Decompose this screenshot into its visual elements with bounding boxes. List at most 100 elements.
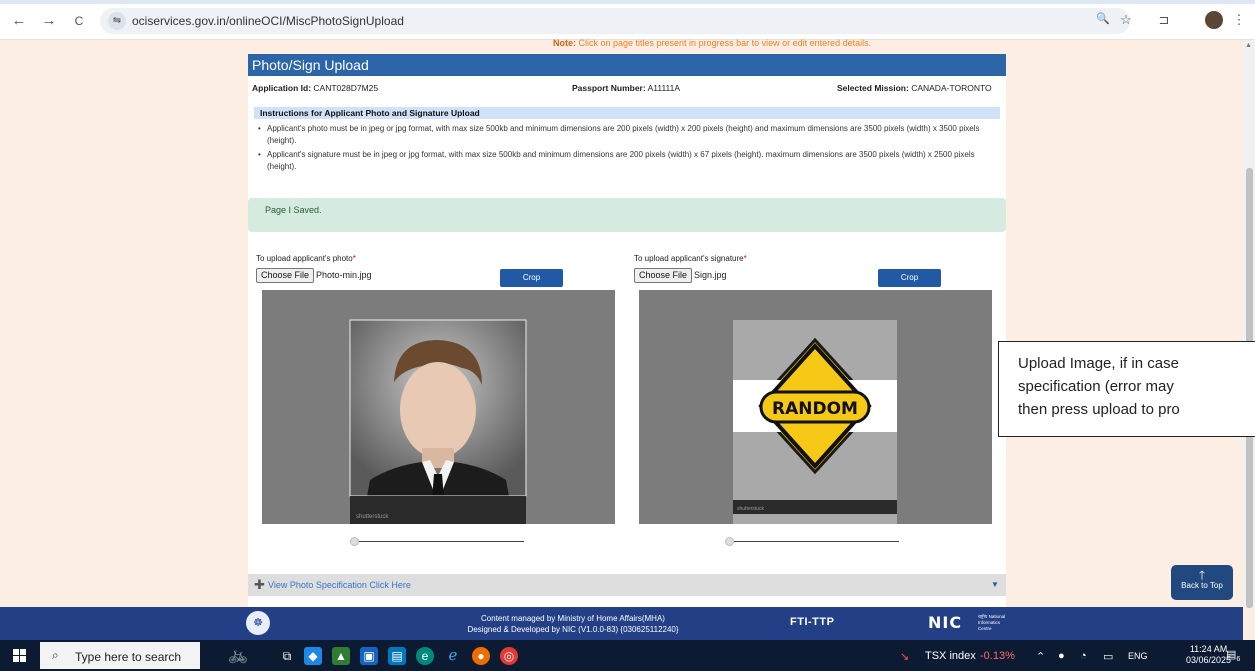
signature-crop-preview[interactable]: shutterstuck RANDOM: [639, 290, 992, 524]
callout-line: Upload Image, if in case: [1018, 355, 1179, 372]
nic-logo-subtitle: राष्ट्रीय National Informatics Centre: [978, 614, 1006, 631]
arrow-up-icon: 🡑: [1198, 568, 1206, 582]
internet-explorer-icon[interactable]: ℯ: [444, 647, 462, 665]
progress-note: Note: Click on page titles present in pr…: [553, 38, 871, 48]
photo-watermark: shutterstuck: [356, 514, 389, 520]
forward-arrow-icon[interactable]: →: [40, 12, 58, 30]
instruction-callout: Upload Image, if in case specification (…: [998, 341, 1255, 437]
notification-icon[interactable]: ▤6: [1226, 648, 1241, 664]
extensions-icon[interactable]: ⊐: [1155, 12, 1173, 28]
photo-zoom-slider[interactable]: [350, 536, 530, 548]
search-icon: ⌕: [52, 648, 59, 662]
keyboard-icon[interactable]: ▭: [1103, 650, 1113, 663]
photo-file-input[interactable]: Choose File Photo-min.jpg: [256, 268, 372, 283]
application-id-label: Application Id:: [252, 83, 312, 93]
volume-icon[interactable]: ◔: [1080, 650, 1087, 662]
site-info-icon[interactable]: ⇋: [108, 12, 126, 30]
taskbar-search-placeholder[interactable]: Type here to search: [75, 650, 181, 664]
photo-upload-section: To upload applicant's photo* Choose File…: [256, 254, 616, 546]
application-id-value: CANT028D7M25: [313, 83, 379, 93]
view-photo-specification-link[interactable]: View Photo Specification Click Here: [268, 580, 411, 590]
app-icon[interactable]: ▣: [360, 647, 378, 665]
app-icon[interactable]: ▲: [332, 647, 350, 665]
footer-content-managed: Content managed by Ministry of Home Affa…: [481, 614, 665, 623]
signature-zoom-slider[interactable]: [725, 536, 905, 548]
stock-down-icon: ↘: [900, 651, 910, 663]
notification-count: 6: [1236, 656, 1241, 664]
edge-icon[interactable]: e: [416, 647, 434, 665]
chevron-down-icon[interactable]: ▼: [991, 580, 999, 589]
app-icon[interactable]: ◆: [304, 647, 322, 665]
zoom-icon[interactable]: 🔍: [1094, 12, 1112, 25]
photo-slider-knob[interactable]: [350, 537, 359, 546]
signature-upload-label: To upload applicant's signature*: [634, 254, 1004, 263]
chrome-icon[interactable]: ◎: [500, 647, 518, 665]
signature-crop-button[interactable]: Crop: [878, 269, 941, 287]
file-explorer-icon[interactable]: ▤: [388, 647, 406, 665]
profile-avatar[interactable]: [1205, 11, 1223, 29]
instruction-photo: Applicant's photo must be in jpeg or jpg…: [256, 123, 1000, 147]
callout-line: specification (error may: [1018, 378, 1174, 395]
back-to-top-label: Back to Top: [1181, 581, 1223, 590]
signature-image: shutterstuck RANDOM: [733, 320, 897, 524]
application-id: Application Id: CANT028D7M25: [252, 83, 378, 93]
required-mark: *: [743, 254, 747, 263]
callout-line: then press upload to pro: [1018, 401, 1180, 418]
ticker-name[interactable]: TSX index: [925, 650, 976, 662]
address-bar[interactable]: ⇋ ociservices.gov.in/onlineOCI/MiscPhoto…: [100, 8, 1130, 34]
signature-file-name: Sign.jpg: [694, 270, 727, 280]
address-bar-url[interactable]: ociservices.gov.in/onlineOCI/MiscPhotoSi…: [132, 14, 404, 28]
required-mark: *: [352, 254, 356, 263]
browser-toolbar: ← → C ⇋ ociservices.gov.in/onlineOCI/Mis…: [0, 0, 1255, 40]
photo-crop-button[interactable]: Crop: [500, 269, 563, 287]
photo-image: shutterstuck: [349, 319, 527, 524]
passport-number-value: A11111A: [647, 83, 681, 93]
signature-upload-section: To upload applicant's signature* Choose …: [634, 254, 1004, 546]
passport-number-label: Passport Number:: [572, 83, 646, 93]
ticker-change: -0.13%: [980, 650, 1015, 662]
firefox-icon[interactable]: ●: [472, 647, 490, 665]
instructions-heading: Instructions for Applicant Photo and Sig…: [254, 107, 1000, 119]
bookmark-star-icon[interactable]: ☆: [1117, 12, 1135, 28]
footer-designed-by: Designed & Developed by NIC (V1.0.0-83) …: [467, 625, 679, 634]
bicycle-icon[interactable]: 🚲: [218, 647, 258, 665]
note-text: Click on page titles present in progress…: [576, 38, 872, 48]
photo-specification-bar[interactable]: ✚ View Photo Specification Click Here ▼: [248, 574, 1006, 596]
chevron-up-icon[interactable]: ⌃: [1036, 650, 1045, 663]
vertical-scrollbar[interactable]: ▲: [1243, 40, 1255, 608]
signature-slider-knob[interactable]: [725, 537, 734, 546]
selected-mission: Selected Mission: CANADA-TORONTO: [837, 83, 992, 93]
plus-icon: ✚: [254, 577, 265, 592]
task-view-icon[interactable]: ⧉: [278, 647, 296, 665]
windows-start-icon[interactable]: [13, 649, 27, 663]
ftitp-logo: FTI-TTP: [790, 616, 835, 628]
network-icon[interactable]: ●: [1058, 650, 1065, 662]
saved-alert: Page I Saved.: [248, 198, 1006, 232]
scroll-up-icon[interactable]: ▲: [1245, 42, 1252, 49]
photo-crop-preview[interactable]: shutterstuck: [262, 290, 615, 524]
signature-slider-track: [727, 541, 899, 542]
back-arrow-icon[interactable]: ←: [10, 12, 28, 30]
signature-file-input[interactable]: Choose File Sign.jpg: [634, 268, 727, 283]
page-title: Photo/Sign Upload: [248, 54, 1006, 76]
national-emblem-icon: ☸: [246, 611, 270, 635]
browser-menu-icon[interactable]: ⋮: [1230, 12, 1248, 28]
photo-upload-label: To upload applicant's photo*: [256, 254, 616, 263]
tab-strip: [0, 0, 1255, 4]
site-footer: ☸ Content managed by Ministry of Home Af…: [0, 607, 1243, 640]
taskbar-search[interactable]: ⌕ Type here to search: [40, 642, 200, 669]
reload-icon[interactable]: C: [70, 12, 88, 30]
windows-taskbar: ⌕ Type here to search 🚲 ⧉ ◆ ▲ ▣ ▤ e ℯ ● …: [0, 640, 1255, 671]
note-label: Note:: [553, 38, 576, 48]
photo-choose-file-button[interactable]: Choose File: [256, 268, 315, 283]
clock-time: 11:24 AM: [1189, 644, 1228, 654]
signature-choose-file-button[interactable]: Choose File: [634, 268, 693, 283]
signature-sign-text: RANDOM: [772, 399, 858, 419]
nic-logo: NIC: [928, 613, 963, 632]
language-indicator[interactable]: ENG: [1128, 651, 1148, 661]
signature-watermark: shutterstuck: [737, 506, 764, 512]
back-to-top-button[interactable]: 🡑 Back to Top: [1171, 565, 1233, 600]
taskbar-clock[interactable]: 11:24 AM 03/06/2025: [1186, 644, 1231, 666]
selected-mission-label: Selected Mission:: [837, 83, 909, 93]
passport-number: Passport Number: A11111A: [572, 83, 680, 93]
